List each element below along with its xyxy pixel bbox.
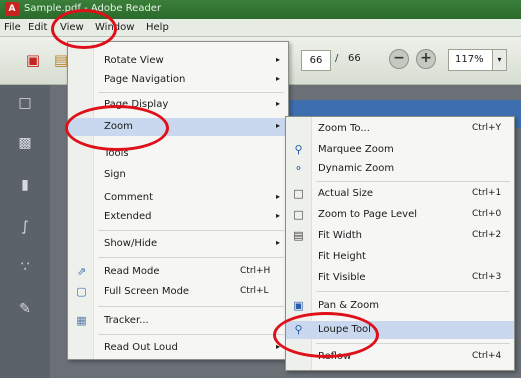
- page-level-icon: □: [293, 208, 304, 221]
- view-menu-label: Extended: [104, 211, 152, 222]
- menu-separator: [98, 306, 284, 307]
- submenu-arrow-icon: ▸: [276, 99, 281, 108]
- zoom-menu-label: Marquee Zoom: [318, 144, 394, 155]
- create-pdf-icon[interactable]: ▣: [22, 49, 44, 71]
- view-menu-label: Comment: [104, 192, 153, 203]
- pages-icon[interactable]: □: [15, 93, 35, 113]
- zoom-menu-shortcut: Ctrl+1: [472, 188, 502, 198]
- menu-separator: [316, 181, 510, 182]
- dynamic-zoom-icon: ⚬: [293, 162, 304, 175]
- zoom-menu-marquee-zoom[interactable]: ⚲ Marquee Zoom: [286, 141, 514, 159]
- zoom-menu-fit-width[interactable]: ▤ Fit Width Ctrl+2: [286, 227, 514, 245]
- view-menu-shortcut: Ctrl+H: [240, 266, 271, 276]
- menu-separator: [98, 92, 284, 93]
- menu-separator: [98, 257, 284, 258]
- annotation-ellipse-loupe-tool: [273, 312, 379, 358]
- read-mode-icon: ⇗: [76, 265, 87, 278]
- zoom-menu-shortcut: Ctrl+2: [472, 230, 502, 240]
- submenu-arrow-icon: ▸: [276, 192, 281, 201]
- view-menu-label: Page Navigation: [104, 74, 186, 85]
- view-menu-read-out-loud[interactable]: Read Out Loud ▸: [68, 339, 288, 357]
- menu-file[interactable]: File: [4, 22, 21, 33]
- pan-zoom-icon: ▣: [293, 299, 304, 312]
- zoom-menu-fit-visible[interactable]: Fit Visible Ctrl+3: [286, 269, 514, 287]
- tracker-icon: ▦: [76, 314, 87, 327]
- zoom-menu-label: Fit Visible: [318, 272, 366, 283]
- menu-separator: [316, 291, 510, 292]
- zoom-menu-shortcut: Ctrl+3: [472, 272, 502, 282]
- zoom-menu-label: Actual Size: [318, 188, 374, 199]
- view-menu-tracker[interactable]: ▦ Tracker...: [68, 312, 288, 330]
- view-menu-full-screen-mode[interactable]: ▢ Full Screen Mode Ctrl+L: [68, 283, 288, 301]
- zoom-menu-label: Zoom To...: [318, 123, 370, 134]
- zoom-menu-shortcut: Ctrl+0: [472, 209, 502, 219]
- zoom-menu-shortcut: Ctrl+4: [472, 351, 502, 361]
- submenu-arrow-icon: ▸: [276, 211, 281, 220]
- submenu-arrow-icon: ▸: [276, 74, 281, 83]
- view-menu-shortcut: Ctrl+L: [240, 286, 269, 296]
- page-number-input[interactable]: 66: [301, 50, 331, 71]
- zoom-level-input[interactable]: 117%: [448, 49, 493, 71]
- annotation-ellipse-zoom-item: [65, 105, 169, 151]
- page-separator: /: [335, 53, 339, 64]
- zoom-menu-fit-height[interactable]: Fit Height: [286, 248, 514, 266]
- annotation-ellipse-view-menu: [51, 9, 117, 49]
- view-menu-rotate-view[interactable]: Rotate View ▸: [68, 52, 288, 70]
- submenu-arrow-icon: ▸: [276, 55, 281, 64]
- zoom-menu-label: Pan & Zoom: [318, 300, 380, 311]
- full-screen-icon: ▢: [76, 285, 87, 298]
- zoom-menu-label: Fit Width: [318, 230, 362, 241]
- zoom-menu-label: Dynamic Zoom: [318, 163, 395, 174]
- view-menu-label: Rotate View: [104, 55, 164, 66]
- view-menu: Rotate View ▸ Page Navigation ▸ Page Dis…: [67, 41, 289, 360]
- menu-help[interactable]: Help: [146, 22, 169, 33]
- actual-size-icon: □: [293, 187, 304, 200]
- zoom-menu-actual-size[interactable]: □ Actual Size Ctrl+1: [286, 185, 514, 203]
- menu-edit[interactable]: Edit: [28, 22, 47, 33]
- zoom-dropdown-button[interactable]: ▾: [493, 49, 507, 71]
- edit-icon[interactable]: ✎: [15, 299, 35, 319]
- layers-icon[interactable]: ▩: [15, 133, 35, 153]
- view-menu-show-hide[interactable]: Show/Hide ▸: [68, 235, 288, 253]
- view-menu-extended[interactable]: Extended ▸: [68, 208, 288, 226]
- marquee-zoom-icon: ⚲: [294, 143, 303, 156]
- bookmark-icon[interactable]: ▮: [15, 175, 35, 195]
- view-menu-label: Full Screen Mode: [104, 286, 190, 297]
- zoom-menu-label: Fit Height: [318, 251, 366, 262]
- view-menu-label: Sign: [104, 169, 126, 180]
- menu-separator: [98, 334, 284, 335]
- zoom-menu-label: Zoom to Page Level: [318, 209, 418, 220]
- view-menu-page-navigation[interactable]: Page Navigation ▸: [68, 71, 288, 89]
- view-menu-label: Read Out Loud: [104, 342, 178, 353]
- zoom-in-button[interactable]: +: [416, 49, 436, 69]
- zoom-menu-zoom-to-page-level[interactable]: □ Zoom to Page Level Ctrl+0: [286, 206, 514, 224]
- menu-separator: [98, 230, 284, 231]
- zoom-menu-shortcut: Ctrl+Y: [472, 123, 502, 133]
- signature-icon[interactable]: ∫: [15, 217, 35, 237]
- zoom-menu-dynamic-zoom[interactable]: ⚬ Dynamic Zoom: [286, 160, 514, 178]
- view-menu-sign[interactable]: Sign: [68, 166, 288, 184]
- view-menu-label: Tracker...: [104, 315, 149, 326]
- view-menu-label: Show/Hide: [104, 238, 158, 249]
- submenu-arrow-icon: ▸: [276, 238, 281, 247]
- pdf-app-icon: A: [5, 2, 19, 16]
- view-menu-comment[interactable]: Comment ▸: [68, 189, 288, 207]
- fit-width-icon: ▤: [293, 229, 304, 242]
- view-menu-read-mode[interactable]: ⇗ Read Mode Ctrl+H: [68, 263, 288, 281]
- zoom-out-button[interactable]: −: [389, 49, 409, 69]
- navigation-panel: □ ▩ ▮ ∫ ∵ ✎: [0, 85, 50, 378]
- zoom-menu-zoom-to[interactable]: Zoom To... Ctrl+Y: [286, 120, 514, 138]
- view-menu-label: Read Mode: [104, 266, 160, 277]
- submenu-arrow-icon: ▸: [276, 121, 281, 130]
- total-pages: 66: [348, 53, 361, 64]
- attachment-icon[interactable]: ∵: [15, 257, 35, 277]
